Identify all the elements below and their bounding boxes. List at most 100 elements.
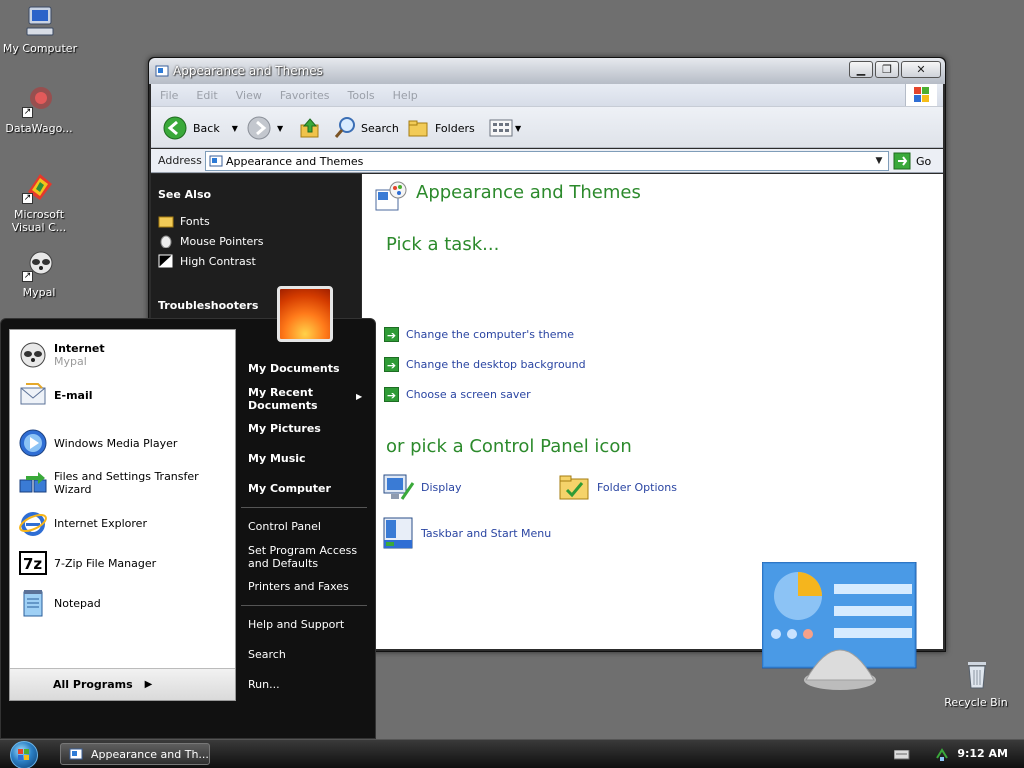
search-label: Search bbox=[361, 121, 399, 135]
display-icon bbox=[383, 474, 415, 500]
maximize-button[interactable]: ❐ bbox=[875, 61, 899, 78]
address-input[interactable]: Appearance and Themes ▼ bbox=[205, 151, 889, 171]
control-panel-watermark-icon bbox=[762, 562, 917, 690]
mypal-icon: ↗ bbox=[22, 248, 56, 282]
start-button[interactable] bbox=[10, 741, 38, 768]
task-label: Choose a screen saver bbox=[406, 388, 531, 401]
folders-button[interactable]: Folders bbox=[407, 116, 475, 140]
clock[interactable]: 9:12 AM bbox=[957, 747, 1008, 760]
back-arrow-icon bbox=[163, 116, 187, 140]
folders-label: Folders bbox=[435, 121, 475, 135]
menu-view[interactable]: View bbox=[227, 89, 271, 102]
start-item-7zip[interactable]: 7z 7-Zip File Manager bbox=[18, 548, 156, 578]
start-item-internet[interactable]: Internet Mypal bbox=[18, 340, 105, 370]
desktop-icon-mypal[interactable]: ↗ Mypal bbox=[0, 248, 81, 299]
high-contrast-link[interactable]: High Contrast bbox=[158, 254, 256, 268]
start-menu: Internet Mypal E-mail Windows Media Play… bbox=[0, 286, 376, 739]
page-title: Appearance and Themes bbox=[416, 182, 641, 203]
fonts-link[interactable]: Fonts bbox=[158, 214, 210, 228]
go-button[interactable]: Go bbox=[893, 151, 931, 171]
desktop-icon-label: Mypal bbox=[22, 286, 56, 299]
menu-tools[interactable]: Tools bbox=[339, 89, 384, 102]
start-my-documents[interactable]: My Documents bbox=[248, 362, 340, 375]
start-printers-faxes[interactable]: Printers and Faxes bbox=[248, 580, 349, 593]
window-title: Appearance and Themes bbox=[173, 64, 323, 78]
chevron-down-icon: ▼ bbox=[515, 123, 522, 133]
network-icon[interactable] bbox=[934, 746, 950, 762]
start-item-label: Files and Settings Transfer Wizard bbox=[54, 470, 199, 496]
control-panel-icon bbox=[155, 65, 169, 77]
start-my-pictures[interactable]: My Pictures bbox=[248, 422, 321, 435]
start-my-recent-documents[interactable]: My Recent Documents bbox=[248, 386, 348, 412]
start-item-notepad[interactable]: Notepad bbox=[18, 588, 101, 618]
desktop-icon-visual-c[interactable]: ↗ Microsoft Visual C... bbox=[0, 170, 81, 234]
start-item-email[interactable]: E-mail bbox=[18, 380, 93, 410]
toolbar: Back ▼ ▼ Search Folders ▼ bbox=[151, 106, 943, 148]
desktop-icon-recycle-bin[interactable]: Recycle Bin bbox=[934, 658, 1018, 709]
recycle-bin-icon bbox=[959, 658, 993, 692]
mouse-pointers-link[interactable]: Mouse Pointers bbox=[158, 234, 264, 248]
start-run[interactable]: Run... bbox=[248, 678, 280, 691]
high-contrast-icon bbox=[158, 254, 173, 268]
user-picture[interactable] bbox=[277, 286, 333, 342]
taskbar-window-button[interactable]: Appearance and Th... bbox=[60, 743, 210, 765]
pick-icon-heading: or pick a Control Panel icon bbox=[386, 436, 632, 457]
folder-options-label: Folder Options bbox=[597, 480, 677, 494]
minimize-button[interactable]: ▁ bbox=[849, 61, 873, 78]
internet-explorer-icon bbox=[19, 512, 47, 536]
shortcut-arrow-icon: ↗ bbox=[22, 107, 33, 118]
fonts-folder-icon bbox=[158, 216, 174, 228]
back-button[interactable]: Back ▼ bbox=[163, 116, 238, 140]
start-set-program-access[interactable]: Set Program Access and Defaults bbox=[248, 544, 368, 570]
arrow-right-icon: ➔ bbox=[384, 387, 399, 402]
start-item-title: E-mail bbox=[54, 388, 93, 402]
menu-favorites[interactable]: Favorites bbox=[271, 89, 339, 102]
control-panel-icon bbox=[209, 155, 223, 167]
menu-help[interactable]: Help bbox=[384, 89, 427, 102]
start-my-music[interactable]: My Music bbox=[248, 452, 306, 465]
appearance-themes-icon bbox=[375, 181, 407, 211]
forward-button[interactable]: ▼ bbox=[247, 116, 283, 140]
visual-c-icon: ↗ bbox=[22, 170, 56, 204]
start-search[interactable]: Search bbox=[248, 648, 286, 661]
title-bar[interactable]: Appearance and Themes ▁ ❐ ✕ bbox=[149, 58, 945, 84]
start-item-internet-explorer[interactable]: Internet Explorer bbox=[18, 508, 147, 538]
up-folder-button[interactable] bbox=[299, 116, 321, 140]
desktop-icon-my-computer[interactable]: My Computer bbox=[0, 4, 82, 55]
task-screen-saver-link[interactable]: ➔ Choose a screen saver bbox=[384, 387, 531, 402]
taskbar-window-label: Appearance and Th... bbox=[91, 747, 209, 761]
keyboard-icon[interactable] bbox=[894, 750, 910, 760]
desktop-icon-datawago[interactable]: ↗ DataWago... bbox=[0, 84, 81, 135]
start-help-support[interactable]: Help and Support bbox=[248, 618, 344, 631]
start-my-computer[interactable]: My Computer bbox=[248, 482, 331, 495]
fonts-label: Fonts bbox=[180, 214, 210, 228]
shortcut-arrow-icon: ↗ bbox=[22, 193, 33, 204]
folders-icon bbox=[408, 120, 428, 137]
start-item-media-player[interactable]: Windows Media Player bbox=[18, 428, 177, 458]
display-item[interactable]: Display bbox=[382, 471, 462, 503]
taskbar-start-menu-item[interactable]: Taskbar and Start Menu bbox=[382, 516, 551, 550]
folder-options-item[interactable]: Folder Options bbox=[558, 471, 677, 503]
go-label: Go bbox=[916, 154, 932, 168]
notepad-icon bbox=[23, 590, 43, 617]
menu-file[interactable]: File bbox=[151, 89, 187, 102]
chevron-right-icon: ▶ bbox=[356, 392, 363, 401]
search-button[interactable]: Search bbox=[333, 116, 399, 140]
system-tray: 9:12 AM bbox=[864, 740, 1024, 768]
close-button[interactable]: ✕ bbox=[901, 61, 941, 78]
computer-icon bbox=[23, 4, 57, 38]
chevron-down-icon: ▼ bbox=[231, 123, 238, 133]
start-control-panel[interactable]: Control Panel bbox=[248, 520, 321, 533]
email-icon bbox=[20, 383, 46, 405]
address-dropdown-button[interactable]: ▼ bbox=[870, 152, 888, 170]
views-button[interactable]: ▼ bbox=[489, 116, 521, 140]
folder-options-icon bbox=[559, 475, 589, 500]
7zip-icon: 7z bbox=[19, 551, 47, 575]
menu-edit[interactable]: Edit bbox=[187, 89, 226, 102]
all-programs-button[interactable]: All Programs ▶ bbox=[10, 668, 235, 700]
start-item-label: Internet Explorer bbox=[54, 516, 147, 530]
task-change-background-link[interactable]: ➔ Change the desktop background bbox=[384, 357, 586, 372]
desktop-icon-label: Microsoft Visual C... bbox=[11, 208, 67, 234]
task-change-theme-link[interactable]: ➔ Change the computer's theme bbox=[384, 327, 574, 342]
start-item-transfer-wizard[interactable]: Files and Settings Transfer Wizard bbox=[18, 468, 235, 498]
